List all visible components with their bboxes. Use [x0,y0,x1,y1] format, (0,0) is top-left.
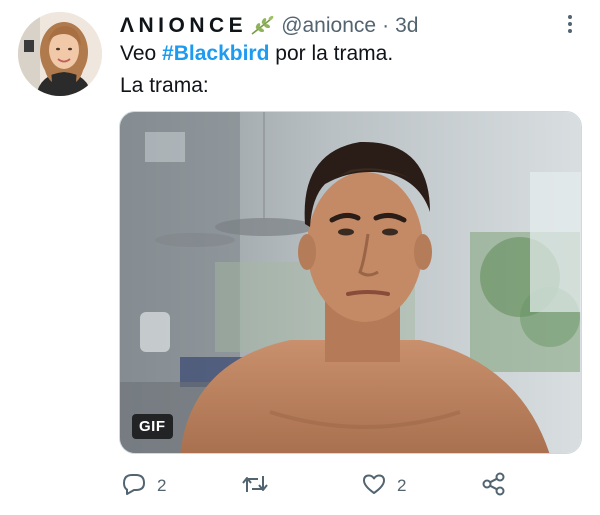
reply-button[interactable]: 2 [121,470,166,502]
like-count: 2 [397,476,407,495]
tweet-text-line-2: La trama: [120,74,209,97]
tweet: ΛNIONCE @anionce · 3d Veo #Blackbird por… [0,0,600,515]
avatar-image [18,12,102,96]
display-name[interactable]: ΛNIONCE [120,14,247,38]
gif-badge: GIF [132,414,173,439]
tweet-text-prefix: Veo [120,42,163,65]
more-options-icon[interactable] [558,12,582,36]
reply-icon [121,472,147,501]
gif-still-image [120,112,581,453]
reply-count: 2 [157,476,167,495]
share-button[interactable] [481,470,507,502]
timestamp[interactable]: 3d [395,14,418,38]
like-button[interactable]: 2 [361,470,406,502]
tweet-text-suffix: por la trama. [269,42,394,65]
tweet-header: ΛNIONCE @anionce · 3d [120,12,418,40]
gif-media[interactable]: GIF [119,111,582,454]
leaf-branch-icon [249,15,275,37]
separator-dot: · [382,14,390,37]
avatar[interactable] [18,12,102,96]
handle[interactable]: @anionce [281,14,376,38]
tweet-actions: 2 2 [0,470,600,502]
share-icon [481,472,507,501]
heart-icon [361,472,387,501]
retweet-icon [241,472,269,501]
hashtag-link[interactable]: #Blackbird [162,42,269,65]
tweet-text-line-1: Veo #Blackbird por la trama. [120,42,393,66]
retweet-button[interactable] [241,470,279,502]
